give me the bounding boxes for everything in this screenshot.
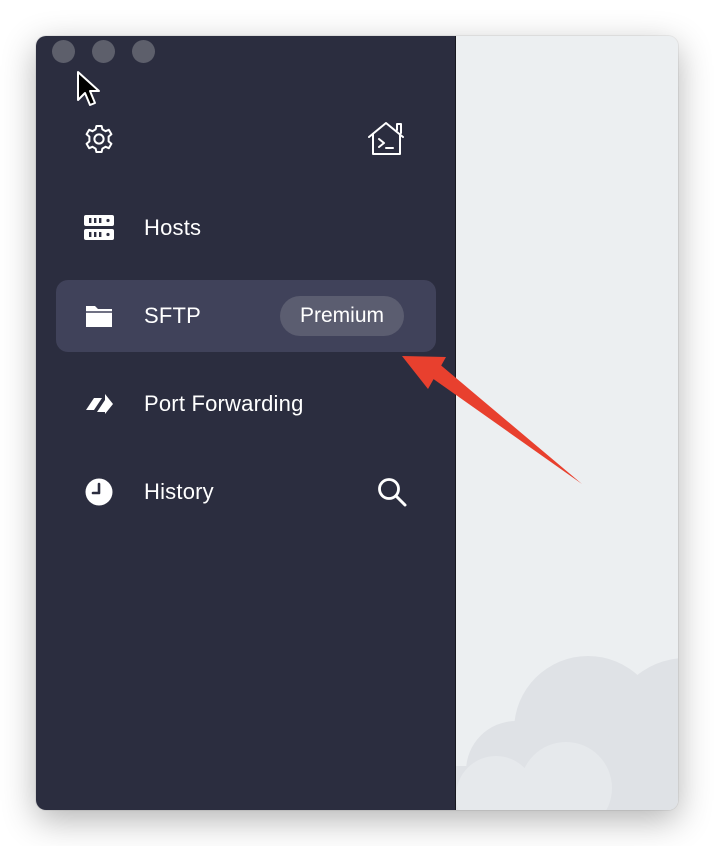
close-window-button[interactable] xyxy=(52,40,75,63)
clock-icon xyxy=(85,478,113,506)
premium-badge: Premium xyxy=(280,296,405,336)
sidebar-item-label: SFTP xyxy=(144,303,202,328)
minimize-window-button[interactable] xyxy=(92,40,115,63)
local-terminal-button[interactable] xyxy=(366,120,408,163)
app-window: Hosts SFTP Premium Port Forwarding Histo… xyxy=(36,36,678,810)
sidebar-item-label: Port Forwarding xyxy=(144,391,304,416)
port-forward-icon xyxy=(86,394,113,414)
cloud-illustration xyxy=(456,656,678,810)
search-icon xyxy=(378,478,407,507)
zoom-window-button[interactable] xyxy=(132,40,155,63)
screenshot-stage: Hosts SFTP Premium Port Forwarding Histo… xyxy=(0,0,714,846)
main-content-area xyxy=(456,36,678,810)
settings-button[interactable] xyxy=(82,122,116,161)
folder-icon xyxy=(86,306,112,327)
server-icon xyxy=(84,215,114,240)
history-search-button[interactable] xyxy=(376,476,408,513)
sidebar: Hosts SFTP Premium Port Forwarding Histo… xyxy=(36,36,456,810)
sidebar-item-port-forwarding[interactable]: Port Forwarding xyxy=(56,368,436,440)
sidebar-item-hosts[interactable]: Hosts xyxy=(56,192,436,264)
sidebar-item-label: Hosts xyxy=(144,215,202,240)
gear-icon xyxy=(85,125,113,153)
sidebar-item-sftp[interactable]: SFTP Premium xyxy=(56,280,436,352)
home-terminal-icon xyxy=(368,122,404,155)
sidebar-item-label: History xyxy=(144,479,214,504)
mouse-pointer-icon xyxy=(77,71,100,106)
